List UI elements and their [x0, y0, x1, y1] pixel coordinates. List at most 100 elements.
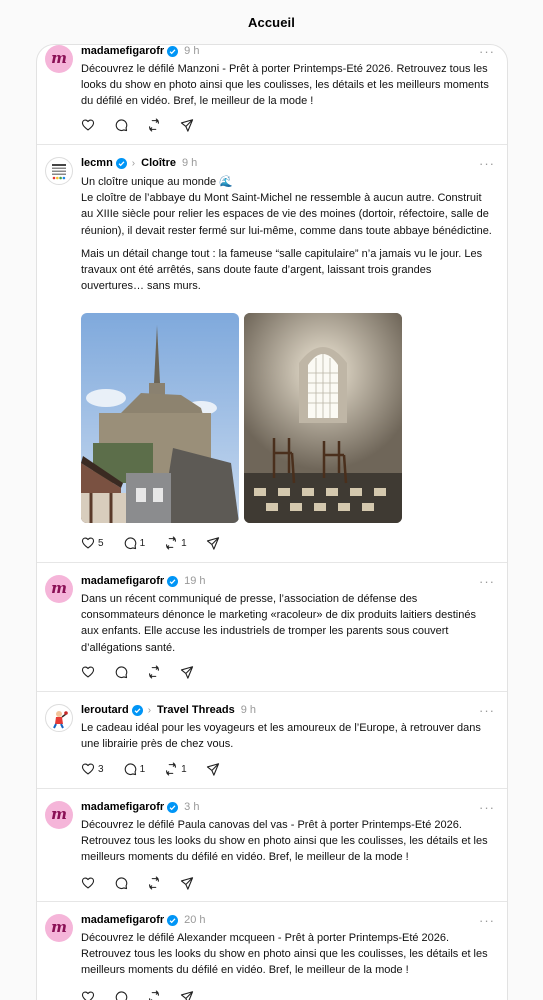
- topic-tag[interactable]: Travel Threads: [157, 704, 235, 716]
- share-button[interactable]: [180, 876, 194, 890]
- like-button[interactable]: 3: [81, 762, 104, 776]
- like-button[interactable]: [81, 665, 95, 679]
- reply-button[interactable]: [114, 665, 128, 679]
- page-title: Accueil: [248, 14, 295, 30]
- post-actions: [81, 989, 213, 1000]
- post-actions: [81, 664, 213, 680]
- repost-button[interactable]: [147, 665, 161, 679]
- topic-tag[interactable]: Cloître: [141, 157, 176, 169]
- post-text: Le cadeau idéal pour les voyageurs et le…: [81, 722, 481, 751]
- repost-button[interactable]: [147, 990, 161, 1000]
- post-header: madamefigarofr 9 h ···: [81, 45, 495, 59]
- more-options-icon[interactable]: ···: [479, 704, 495, 717]
- send-icon: [206, 537, 219, 550]
- like-button[interactable]: [81, 118, 95, 132]
- avatar[interactable]: m: [45, 801, 73, 829]
- post-actions: 5 1 1: [81, 535, 239, 551]
- reply-button[interactable]: 1: [123, 762, 145, 776]
- like-count: 3: [98, 763, 104, 775]
- reply-button[interactable]: [114, 990, 128, 1000]
- repost-button[interactable]: [147, 876, 161, 890]
- post: m madamefigarofr 9 h ··· Découvrez le dé…: [37, 45, 507, 145]
- post-actions: [81, 875, 213, 891]
- heart-icon: [81, 991, 95, 1000]
- username[interactable]: madamefigarofr: [81, 45, 164, 57]
- reply-button[interactable]: [114, 118, 128, 132]
- repost-button[interactable]: 1: [164, 536, 187, 550]
- post-time: 19 h: [184, 575, 206, 587]
- comment-icon: [115, 119, 128, 132]
- post-time: 9 h: [184, 45, 200, 57]
- feed: m madamefigarofr 9 h ··· Découvrez le dé…: [36, 44, 508, 1000]
- post-time: 3 h: [184, 801, 200, 813]
- post: m madamefigarofr 20 h ··· Découvrez le d…: [37, 902, 507, 1000]
- post-image-window[interactable]: [244, 313, 402, 523]
- post-time: 9 h: [240, 704, 256, 716]
- repost-icon: [149, 876, 159, 890]
- post-header: leroutard › Travel Threads 9 h ···: [81, 702, 495, 718]
- more-options-icon[interactable]: ···: [479, 801, 495, 814]
- reply-button[interactable]: 1: [123, 536, 145, 550]
- username[interactable]: leroutard: [81, 704, 129, 716]
- chevron-right-icon: ›: [131, 157, 136, 169]
- repost-icon: [149, 665, 159, 679]
- verified-badge-icon: [167, 914, 179, 926]
- post-header: madamefigarofr 19 h ···: [81, 573, 495, 589]
- post-actions: 3 1 1: [81, 761, 239, 777]
- avatar[interactable]: m: [45, 45, 73, 73]
- username[interactable]: madamefigarofr: [81, 575, 164, 587]
- more-options-icon[interactable]: ···: [479, 45, 495, 58]
- repost-icon: [149, 118, 159, 132]
- verified-badge-icon: [115, 157, 127, 169]
- like-count: 5: [98, 537, 104, 549]
- avatar[interactable]: [45, 704, 73, 732]
- post-header: madamefigarofr 20 h ···: [81, 912, 495, 928]
- send-icon: [180, 877, 194, 890]
- avatar[interactable]: m: [45, 575, 73, 603]
- repost-count: 1: [181, 763, 187, 775]
- post-text: Découvrez le défilé Manzoni - Prêt à por…: [81, 63, 489, 108]
- heart-icon: [81, 119, 95, 131]
- repost-icon: [166, 536, 177, 550]
- send-icon: [180, 666, 194, 679]
- share-button[interactable]: [206, 536, 220, 550]
- repost-button[interactable]: [147, 118, 161, 132]
- heart-icon: [81, 666, 95, 678]
- send-icon: [206, 763, 219, 776]
- like-button[interactable]: [81, 876, 95, 890]
- post-media: [81, 313, 402, 523]
- reply-button[interactable]: [114, 876, 128, 890]
- share-button[interactable]: [180, 990, 194, 1000]
- like-button[interactable]: 5: [81, 536, 104, 550]
- verified-badge-icon: [167, 575, 179, 587]
- post-time: 20 h: [184, 914, 206, 926]
- comment-icon: [124, 537, 136, 550]
- repost-button[interactable]: 1: [164, 762, 187, 776]
- avatar[interactable]: m: [45, 914, 73, 942]
- more-options-icon[interactable]: ···: [479, 575, 495, 588]
- post-header: madamefigarofr 3 h ···: [81, 799, 495, 815]
- more-options-icon[interactable]: ···: [479, 157, 495, 170]
- repost-count: 1: [181, 537, 187, 549]
- username[interactable]: madamefigarofr: [81, 801, 164, 813]
- post-image-abbey[interactable]: [81, 313, 239, 523]
- username[interactable]: madamefigarofr: [81, 914, 164, 926]
- post-text: Dans un récent communiqué de presse, l’a…: [81, 593, 476, 654]
- share-button[interactable]: [206, 762, 220, 776]
- share-button[interactable]: [180, 118, 194, 132]
- post-time: 9 h: [181, 157, 198, 169]
- post-text: Découvrez le défilé Paula canovas del va…: [81, 819, 488, 864]
- chevron-right-icon: ›: [147, 704, 152, 716]
- username[interactable]: lecmn: [81, 157, 113, 169]
- top-bar: Accueil: [0, 0, 543, 44]
- post: m madamefigarofr 3 h ··· Découvrez le dé…: [37, 789, 507, 902]
- post-text: Un cloître unique au monde 🌊 Le cloître …: [81, 176, 492, 293]
- avatar[interactable]: [45, 157, 73, 185]
- more-options-icon[interactable]: ···: [479, 914, 495, 927]
- verified-badge-icon: [167, 45, 179, 57]
- comment-icon: [115, 877, 128, 890]
- post: m madamefigarofr 19 h ··· Dans un récent…: [37, 563, 507, 692]
- share-button[interactable]: [180, 665, 194, 679]
- send-icon: [180, 119, 194, 132]
- like-button[interactable]: [81, 990, 95, 1000]
